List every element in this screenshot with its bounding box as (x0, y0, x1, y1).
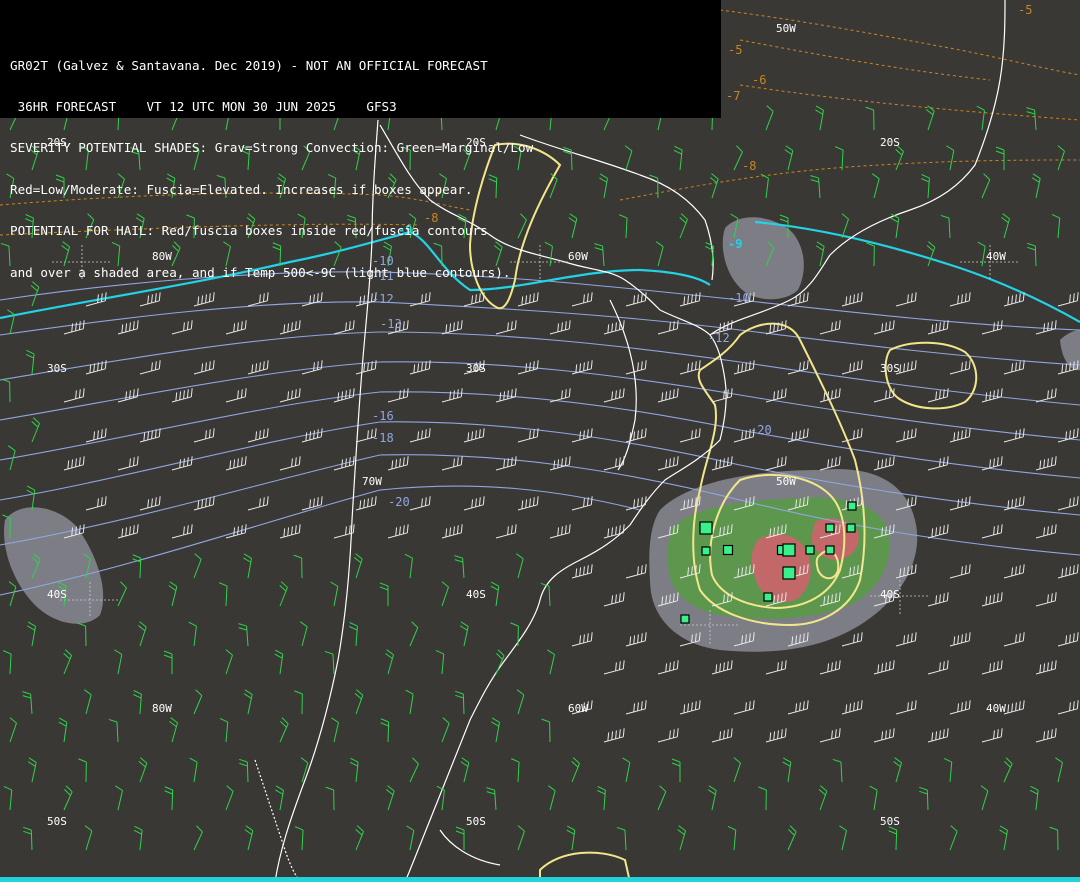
header-line-1: GR02T (Galvez & Santavana. Dec 2019) - N… (10, 58, 488, 73)
lon-label-40w-top: 40W (986, 250, 1006, 263)
lat-label-40s-right: 40S (880, 588, 900, 601)
hail-box-icon (763, 592, 773, 602)
lat-label-30s-mid: 30S (466, 362, 486, 375)
hail-box-icon (782, 566, 796, 580)
hail-box-icon (805, 545, 815, 555)
lat-label-20s-right: 20S (880, 136, 900, 149)
lat-label-40s-mid: 40S (466, 588, 486, 601)
hail-box-icon (699, 521, 713, 535)
header-line-3: SEVERITY POTENTIAL SHADES: Grav=Strong C… (10, 141, 534, 156)
forecast-header: GR02T (Galvez & Santavana. Dec 2019) - N… (0, 0, 721, 279)
hail-box-icon (825, 545, 835, 555)
lat-label-50s-left: 50S (47, 815, 67, 828)
header-line-5: POTENTIAL FOR HAIL: Red/fuscia boxes ins… (10, 224, 488, 238)
orange-label-m5-b: -5 (728, 43, 742, 57)
lat-label-40s-left: 40S (47, 588, 67, 601)
header-line-4: Red=Low/Moderate: Fuscia=Elevated. Incre… (10, 182, 473, 197)
lon-label-80w-bottom: 80W (152, 702, 172, 715)
blue-label-m16: -16 (372, 409, 394, 423)
lat-label-50s-mid: 50S (466, 815, 486, 828)
hail-box-icon (782, 543, 796, 557)
lat-label-30s-right: 30S (880, 362, 900, 375)
blue-label-m12-b: -12 (708, 331, 730, 345)
hail-box-icon (847, 501, 857, 511)
lon-label-40w-bottom: 40W (986, 702, 1006, 715)
lon-label-70w-mid: 70W (362, 475, 382, 488)
blue-label-m20-b: -20 (388, 495, 410, 509)
hail-box-icon (825, 523, 835, 533)
lon-label-50w-top: 50W (776, 22, 796, 35)
t500-label-minus9-east: -9 (728, 237, 742, 251)
blue-label-m13: -13 (380, 317, 402, 331)
header-line-2: 36HR FORECAST VT 12 UTC MON 30 JUN 2025 … (10, 99, 397, 114)
blue-label-m12-a: -12 (372, 292, 394, 306)
bottom-strip (0, 877, 1080, 882)
lat-label-30s-left: 30S (47, 362, 67, 375)
lon-label-60w-bottom: 60W (568, 702, 588, 715)
blue-label-m20-a: -20 (750, 423, 772, 437)
lon-label-50w-mid: 50W (776, 475, 796, 488)
orange-label-m7-a: -7 (726, 89, 740, 103)
hail-box-icon (722, 544, 734, 556)
lat-label-50s-right: 50S (880, 815, 900, 828)
orange-label-m5-a: -5 (1018, 3, 1032, 17)
orange-label-m6: -6 (752, 73, 766, 87)
hail-box-icon (680, 614, 690, 624)
blue-label-m10-b: -10 (728, 291, 750, 305)
hail-box-icon (846, 523, 856, 533)
orange-label-m8-a: -8 (742, 159, 756, 173)
blue-label-m18: -18 (372, 431, 394, 445)
header-line-6: and over a shaded area, and if Temp 500<… (10, 265, 511, 280)
hail-box-icon (701, 546, 711, 556)
